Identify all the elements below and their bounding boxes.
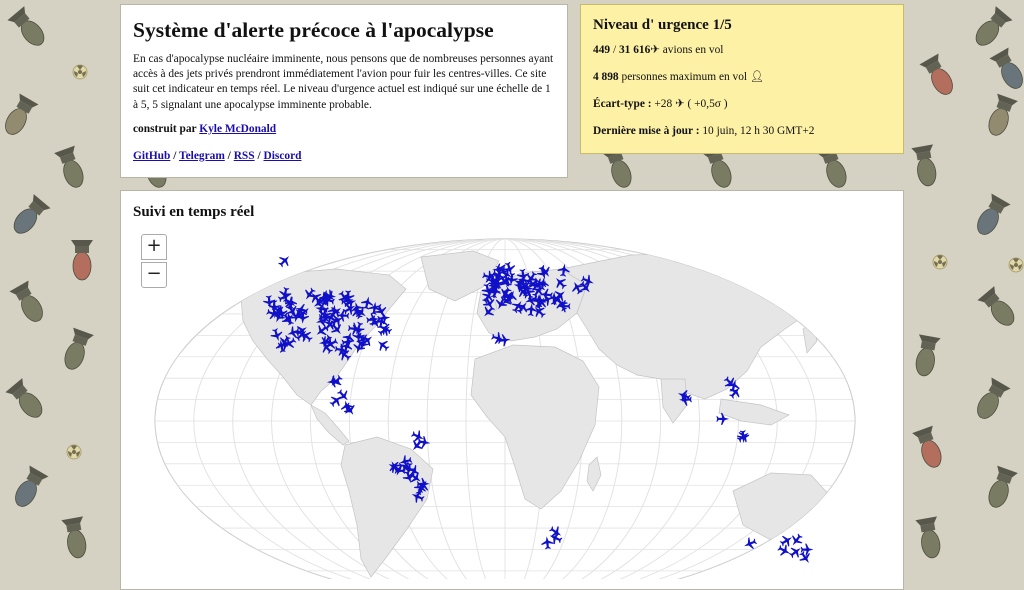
bomb-icon [9, 280, 48, 326]
tracking-title: Suivi en temps réel [133, 204, 254, 221]
radiation-icon [933, 255, 947, 269]
bomb-icon [912, 334, 941, 377]
max-people-label: personnes maximum en vol [622, 71, 748, 83]
last-update-row: Dernière mise à jour : 10 juin, 12 h 30 … [593, 124, 891, 138]
radiation-icon [67, 445, 81, 459]
world-map[interactable] [121, 229, 903, 579]
zoom-in-button[interactable]: + [141, 234, 167, 260]
last-update-value: 10 juin, 12 h 30 GMT+2 [702, 125, 814, 137]
airplane-icon[interactable] [797, 549, 814, 566]
max-people-row: 4 898 personnes maximum en vol 👤︎ [593, 70, 891, 84]
max-people-count: 4 898 [593, 71, 619, 83]
bomb-icon [971, 377, 1010, 423]
planes-in-flight-row: 449 / 31 616✈ avions en vol [593, 43, 891, 57]
rss-link[interactable]: RSS [234, 150, 255, 162]
airplane-icon: ✈ [650, 44, 660, 56]
radiation-icon [73, 65, 87, 79]
radiation-icon [1009, 258, 1023, 272]
urgency-level-title: Niveau d' urgence 1/5 [593, 17, 891, 34]
planes-total-count: 31 616 [619, 44, 650, 56]
urgency-panel: Niveau d' urgence 1/5 449 / 31 616✈ avio… [580, 4, 904, 154]
bomb-icon [0, 93, 39, 139]
bomb-icon [9, 465, 48, 511]
tracking-panel: Suivi en temps réel [120, 190, 904, 590]
last-update-label: Dernière mise à jour : [593, 125, 700, 137]
planes-label: avions en vol [663, 44, 724, 56]
link-separator: / [173, 150, 176, 162]
intro-panel: Système d'alerte précoce à l'apocalypse … [120, 4, 568, 178]
bomb-icon [5, 378, 48, 423]
bomb-icon [54, 146, 88, 191]
bomb-icon [977, 286, 1020, 331]
airplane-icon[interactable] [788, 532, 805, 549]
new-zealand [851, 529, 863, 555]
bomb-icon [989, 47, 1024, 93]
zoom-out-button[interactable]: − [141, 262, 167, 288]
bomb-icon [61, 516, 90, 559]
link-separator: / [228, 150, 231, 162]
author-link[interactable]: Kyle McDonald [199, 123, 276, 135]
stddev-label: Écart-type : [593, 98, 652, 110]
bomb-icon [60, 328, 94, 373]
bomb-icon [984, 466, 1018, 511]
discord-link[interactable]: Discord [264, 150, 302, 162]
bomb-icon [919, 53, 958, 99]
bomb-icon [970, 6, 1013, 51]
bomb-icon [915, 516, 944, 559]
person-icon: 👤︎ [750, 71, 764, 83]
social-links: GitHub / Telegram / RSS / Discord [133, 149, 555, 164]
stddev-sigma: ( +0,5σ ) [687, 98, 727, 110]
airplane-icon[interactable] [776, 542, 793, 559]
link-separator: / [257, 150, 260, 162]
built-by-label: construit par [133, 123, 196, 135]
bomb-icon [911, 144, 940, 187]
github-link[interactable]: GitHub [133, 150, 170, 162]
bomb-icon [7, 6, 50, 51]
airplane-icon: ✈ [675, 98, 685, 110]
stddev-value: +28 [654, 98, 672, 110]
bomb-icon [971, 193, 1010, 239]
airplane-icon[interactable] [276, 252, 294, 270]
bomb-icon [984, 94, 1018, 139]
page-title: Système d'alerte précoce à l'apocalypse [133, 17, 555, 43]
description-text: En cas d'apocalypse nucléaire imminente,… [133, 52, 555, 113]
planes-in-flight-count: 449 [593, 44, 610, 56]
author-credit: construit par Kyle McDonald [133, 122, 555, 137]
bomb-icon [71, 240, 93, 280]
bomb-icon [8, 194, 51, 239]
bomb-icon [912, 426, 946, 471]
stddev-row: Écart-type : +28 ✈ ( +0,5σ ) [593, 97, 891, 111]
telegram-link[interactable]: Telegram [179, 150, 225, 162]
